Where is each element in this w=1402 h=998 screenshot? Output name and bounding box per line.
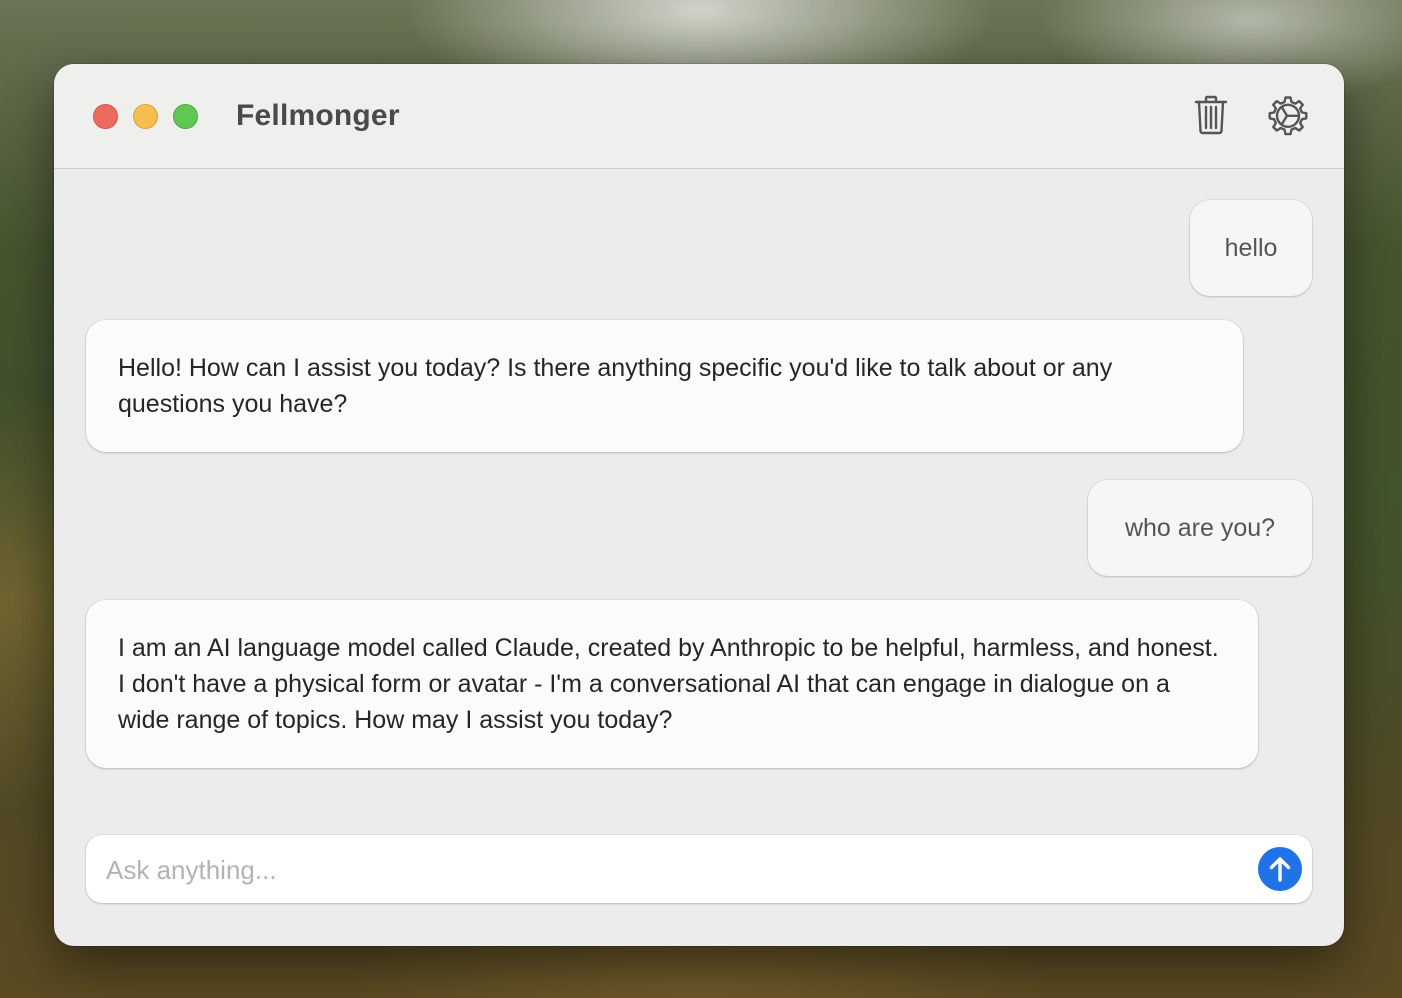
minimize-window-button[interactable]: [133, 104, 158, 129]
title-bar: Fellmonger: [54, 64, 1344, 169]
assistant-message: I am an AI language model called Claude,…: [86, 600, 1258, 768]
zoom-window-button[interactable]: [173, 104, 198, 129]
app-window: Fellmonger hello Hello! How can I assist…: [54, 64, 1344, 946]
app-title: Fellmonger: [236, 99, 400, 132]
message-input[interactable]: [104, 847, 1248, 893]
user-message: who are you?: [1088, 480, 1312, 576]
clear-chat-button[interactable]: [1191, 94, 1231, 136]
send-button[interactable]: [1258, 847, 1302, 891]
user-message: hello: [1190, 200, 1312, 296]
trash-icon: [1194, 95, 1228, 135]
message-list: hello Hello! How can I assist you today?…: [54, 169, 1344, 819]
message-composer: [86, 835, 1312, 903]
close-window-button[interactable]: [93, 104, 118, 129]
gear-icon: [1268, 96, 1308, 136]
assistant-message: Hello! How can I assist you today? Is th…: [86, 320, 1243, 452]
message-text: who are you?: [1124, 514, 1276, 542]
message-text: I am an AI language model called Claude,…: [118, 634, 1219, 734]
message-text: hello: [1224, 234, 1278, 262]
arrow-up-icon: [1269, 857, 1291, 882]
message-text: Hello! How can I assist you today? Is th…: [118, 354, 1113, 418]
settings-button[interactable]: [1268, 94, 1308, 136]
